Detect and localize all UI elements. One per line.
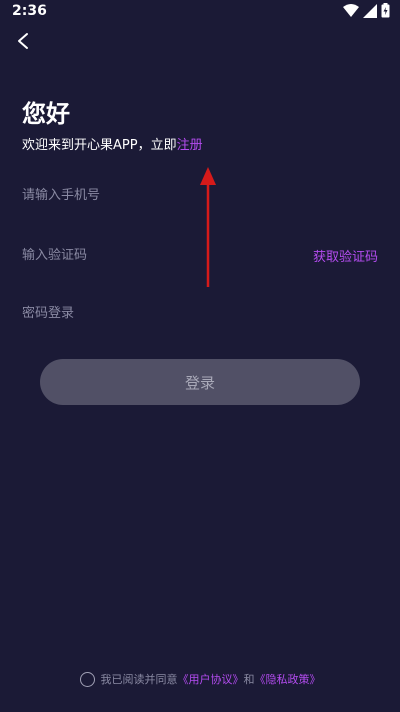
page-title: 您好 [22, 100, 70, 128]
get-code-button[interactable]: 获取验证码 [313, 246, 378, 265]
welcome-text: 欢迎来到开心果APP，立即注册 [22, 134, 203, 153]
signal-icon [363, 3, 377, 22]
back-button[interactable] [10, 30, 36, 56]
agreement-conjunction: 和 [243, 673, 255, 686]
register-link[interactable]: 注册 [177, 138, 203, 153]
status-bar: 2:36 [0, 0, 400, 24]
wifi-icon [343, 3, 359, 22]
privacy-policy-link[interactable]: 《隐私政策》 [255, 671, 321, 687]
login-button[interactable]: 登录 [40, 359, 360, 405]
password-login-link[interactable]: 密码登录 [22, 302, 74, 321]
agreement-prefix: 我已阅读并同意 [100, 673, 178, 686]
agreement-checkbox[interactable] [79, 671, 95, 687]
user-agreement-link[interactable]: 《用户协议》 [178, 671, 244, 687]
chevron-left-icon [16, 32, 30, 54]
verification-code-input[interactable] [22, 243, 282, 267]
welcome-prefix: 欢迎来到开心果APP，立即 [22, 138, 177, 153]
battery-icon [381, 2, 390, 22]
annotation-arrow-icon [200, 167, 216, 287]
status-time: 2:36 [12, 3, 47, 19]
status-icons [343, 2, 390, 22]
agreement-row: 我已阅读并同意 《用户协议》 和 《隐私政策》 [0, 671, 400, 687]
